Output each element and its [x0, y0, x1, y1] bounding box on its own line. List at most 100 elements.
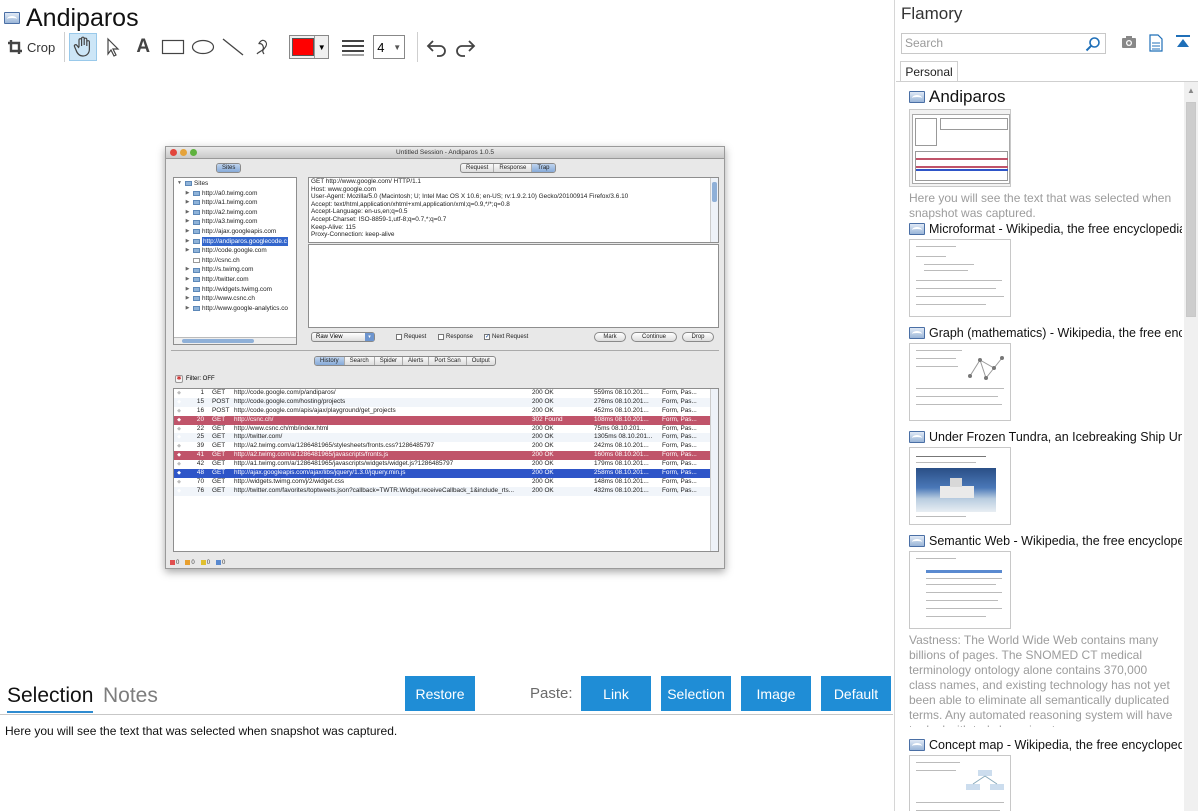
redo-button[interactable] — [452, 33, 480, 61]
paste-default-button[interactable]: Default — [821, 676, 891, 711]
history-table: ◆ 1 GET http://code.google.com/p/andiparos/… — [173, 388, 719, 552]
tab-selection[interactable]: Selection — [7, 684, 94, 713]
entry-title-text: Concept map - Wikipedia, the free encycl… — [929, 737, 1182, 752]
history-cell-id: 25 — [196, 433, 204, 441]
undo-button[interactable] — [422, 33, 450, 61]
list-item[interactable]: Andiparos Here you will see the text tha… — [909, 87, 1182, 221]
document-icon[interactable] — [1148, 34, 1164, 52]
request-line: Accept-Language: en-us,en;q=0.5 — [311, 208, 408, 216]
line-width-button[interactable] — [339, 33, 367, 61]
list-item[interactable]: Graph (mathematics) - Wikipedia, the fre… — [909, 324, 1182, 421]
history-cell-time: 432ms 08.10.201... — [594, 486, 649, 494]
history-cell-time: 1305ms 08.10.201... — [594, 433, 653, 441]
entry-thumbnail — [909, 551, 1011, 629]
entry-title: Microformat - Wikipedia, the free encycl… — [909, 220, 1182, 237]
tree-item: ▶ http://a0.twimg.com — [176, 189, 294, 199]
hand-tool-button[interactable] — [69, 33, 98, 61]
tree-item: ▶ http://a1.twimg.com — [176, 198, 294, 208]
sidebar-scrollbar[interactable]: ▲ — [1184, 82, 1198, 811]
search-icon[interactable] — [1085, 36, 1101, 52]
history-cell-status: 200 OK — [532, 477, 554, 485]
list-item[interactable]: Microformat - Wikipedia, the free encycl… — [909, 220, 1182, 317]
entry-title: Graph (mathematics) - Wikipedia, the fre… — [909, 324, 1182, 341]
paste-image-button[interactable]: Image — [741, 676, 811, 711]
continue-button: Continue — [631, 332, 677, 342]
history-cell-method: GET — [212, 451, 226, 459]
tab-notes[interactable]: Notes — [103, 684, 158, 708]
folder-icon — [193, 200, 200, 206]
paste-selection-button[interactable]: Selection — [661, 676, 731, 711]
select-tool-button[interactable] — [99, 33, 127, 61]
thumb-line — [916, 770, 956, 771]
line-width-icon — [342, 40, 365, 56]
request-line: Proxy-Connection: keep-alive — [311, 231, 395, 239]
ship-hull — [940, 486, 974, 498]
expand-icon: ▶ — [185, 285, 190, 292]
sites-tab-label: Sites — [217, 164, 241, 172]
tree-item: ▶ http://www.google-analytics.co — [176, 304, 294, 314]
collapse-icon[interactable] — [1175, 34, 1191, 50]
ellipse-icon — [192, 39, 215, 55]
row-status-icon: ◆ — [177, 443, 181, 450]
text-tool-button[interactable]: A — [129, 33, 157, 61]
arrow-cursor-icon — [107, 37, 120, 57]
request-tabs: Request Response Trap — [460, 163, 556, 173]
freehand-icon — [256, 39, 268, 55]
expand-icon: ▶ — [185, 266, 190, 273]
history-cell-status: 200 OK — [532, 486, 554, 494]
history-vscroll — [710, 389, 718, 551]
scroll-up-icon[interactable]: ▲ — [1187, 86, 1195, 95]
line-tool-button[interactable] — [219, 33, 247, 61]
history-cell-method: GET — [212, 433, 226, 441]
history-cell-url: http://code.google.com/hosting/projects — [234, 397, 346, 405]
table-row: ◆ 1 GET http://code.google.com/p/andiparos/… — [174, 389, 718, 398]
expand-icon: ▶ — [185, 295, 190, 302]
restore-button[interactable]: Restore — [405, 676, 475, 711]
rectangle-tool-button[interactable] — [159, 33, 187, 61]
snapshot-list: Andiparos Here you will see the text tha… — [896, 82, 1182, 811]
expand-icon: ▶ — [185, 227, 190, 234]
selection-text[interactable]: Here you will see the text that was sele… — [5, 724, 397, 738]
ellipse-tool-button[interactable] — [189, 33, 217, 61]
thumb-line — [924, 270, 968, 271]
freehand-tool-button[interactable] — [249, 33, 277, 61]
history-cell-id: 48 — [196, 469, 204, 477]
table-row: ◆ 20 GET http://csnc.ch/302 Found 108ms 08.1… — [174, 415, 718, 425]
graph-figure-icon — [968, 356, 1004, 380]
history-cell-status: 200 OK — [532, 442, 554, 450]
expand-icon: ▶ — [185, 218, 190, 225]
filter-icon: ✱ — [175, 375, 183, 383]
entry-title-text: Andiparos — [929, 87, 1006, 106]
scrollbar-thumb[interactable] — [1186, 102, 1196, 317]
expand-icon: ▶ — [185, 237, 190, 244]
tree-item-label: http://csnc.ch — [202, 256, 240, 264]
history-cell-time: 108ms 08.10.201... — [594, 415, 649, 423]
thumb-line — [926, 592, 1002, 593]
tab-port-scan: Port Scan — [429, 357, 467, 365]
tab-personal[interactable]: Personal — [900, 61, 958, 82]
list-item[interactable]: Semantic Web - Wikipedia, the free encyc… — [909, 532, 1182, 727]
thumb-line — [916, 404, 1002, 405]
history-cell-time: 160ms 08.10.201... — [594, 451, 649, 459]
list-item[interactable]: Concept map - Wikipedia, the free encycl… — [909, 736, 1182, 811]
list-item[interactable]: Under Frozen Tundra, an Icebreaking Ship… — [909, 428, 1182, 525]
paste-link-button[interactable]: Link — [581, 676, 651, 711]
row-status-icon: ◆ — [177, 470, 181, 477]
crop-button[interactable]: Crop — [4, 33, 58, 61]
camera-icon[interactable] — [1121, 34, 1137, 50]
folder-icon — [185, 181, 192, 187]
pen-color-picker[interactable]: ▼ — [289, 35, 330, 59]
search-input[interactable]: Search — [901, 33, 1106, 54]
tab-response: Response — [494, 164, 533, 172]
thumb-line — [916, 288, 996, 289]
thumb-line — [924, 264, 974, 265]
line-width-select[interactable]: 4 ▼ — [373, 35, 406, 59]
pen-color-swatch — [292, 38, 315, 56]
snapshot-image[interactable]: Untitled Session - Andiparos 1.0.5 Sites… — [165, 146, 725, 569]
history-cell-url: http://csnc.ch/ — [234, 415, 274, 423]
folder-icon — [193, 248, 200, 254]
table-row: ◆ 15 POST http://code.google.com/hosting/pr… — [174, 397, 718, 407]
history-cell-status: 200 OK — [532, 451, 554, 459]
redo-icon — [456, 40, 476, 57]
expand-icon: ▶ — [185, 208, 190, 215]
